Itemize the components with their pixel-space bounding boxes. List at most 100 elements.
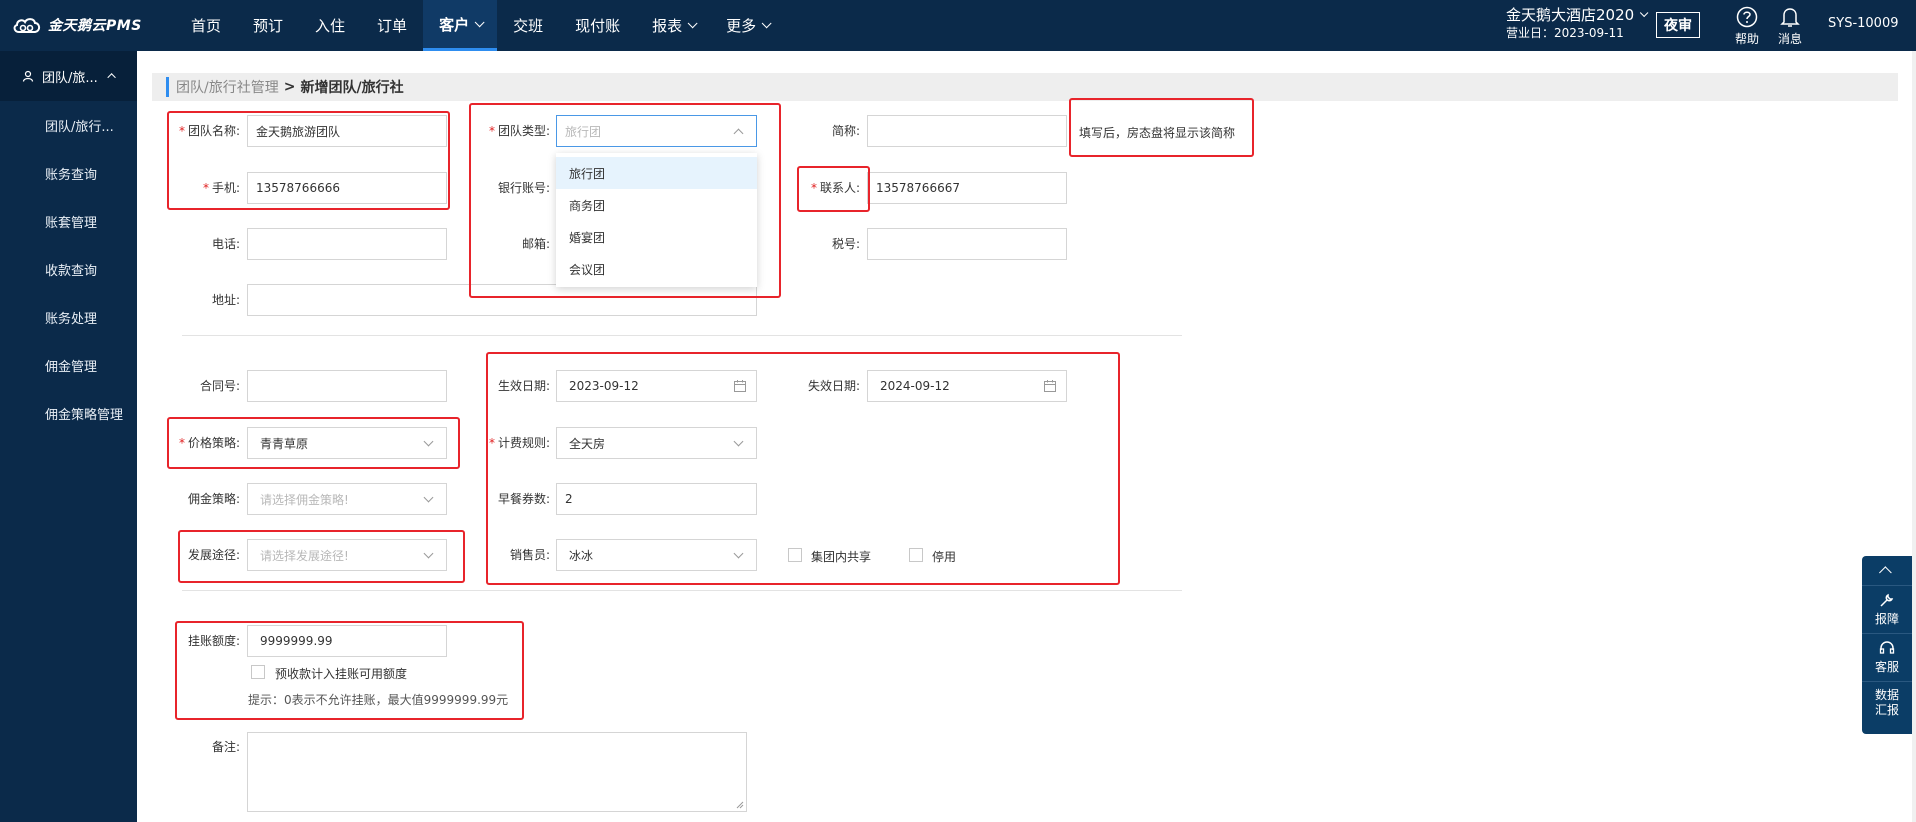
- message-button[interactable]: 消息: [1770, 4, 1810, 47]
- contract-no-label: 合同号:: [199, 379, 240, 393]
- effective-date-label: 生效日期:: [497, 379, 550, 393]
- commission-policy-select[interactable]: 请选择佣金策略!: [247, 483, 447, 515]
- breakfast-count-label: 早餐券数:: [497, 492, 550, 506]
- nav-item-label: 入住: [315, 17, 346, 35]
- short-name-hint: 填写后，房态盘将显示该简称: [1079, 126, 1236, 140]
- group-share-checkbox[interactable]: [788, 548, 802, 562]
- sidebar-item-1[interactable]: 账务查询: [0, 149, 137, 197]
- credit-limit-label: 挂账额度:: [187, 634, 240, 648]
- expire-date-picker[interactable]: 2024-09-12: [867, 370, 1067, 402]
- team-type-option[interactable]: 会议团: [556, 253, 757, 285]
- team-type-option[interactable]: 商务团: [556, 189, 757, 221]
- top-bar: 金天鹅云PMS 首页 预订 入住 订单 客户 交班 现付账 报表 更多 金天鹅大酒店2020 营…: [0, 0, 1916, 51]
- user-name: SYS-10009: [1828, 16, 1899, 31]
- disabled-label: 停用: [932, 550, 957, 564]
- team-type-select[interactable]: 旅行团: [556, 115, 757, 147]
- remark-textarea[interactable]: [247, 732, 747, 812]
- nav-item-3[interactable]: 订单: [361, 0, 423, 51]
- address-input[interactable]: [247, 284, 757, 316]
- contact-label: * 联系人:: [810, 181, 860, 195]
- data-report-button[interactable]: 数据 汇报: [1862, 682, 1912, 724]
- nav-item-1[interactable]: 预订: [237, 0, 299, 51]
- nav-item-4[interactable]: 客户: [423, 0, 498, 51]
- phone-input[interactable]: [247, 228, 447, 260]
- credit-limit-input[interactable]: 9999999.99: [247, 625, 447, 657]
- sidebar-item-0[interactable]: 团队/旅行...: [0, 101, 137, 149]
- salesperson-label: 销售员:: [509, 548, 550, 562]
- dev-channel-select[interactable]: 请选择发展途径!: [247, 539, 447, 571]
- effective-date-picker[interactable]: 2023-09-12: [556, 370, 757, 402]
- nav-item-label: 订单: [377, 17, 408, 35]
- salesperson-select[interactable]: 冰冰: [556, 539, 757, 571]
- nav-item-label: 交班: [513, 17, 544, 35]
- bell-icon: [1780, 8, 1800, 27]
- billing-rule-label: * 计费规则:: [488, 436, 550, 450]
- breadcrumb-separator: >: [283, 79, 296, 95]
- resize-handle-icon[interactable]: [736, 801, 744, 809]
- night-audit-button[interactable]: 夜审: [1656, 12, 1700, 38]
- contract-no-input[interactable]: [247, 370, 447, 402]
- hotel-selector[interactable]: 金天鹅大酒店2020 营业日：2023-09-11: [1506, 6, 1649, 42]
- prepay-included-checkbox[interactable]: [251, 665, 265, 679]
- short-name-label: 简称:: [831, 124, 860, 138]
- nav-item-label: 更多: [726, 17, 757, 35]
- sidebar-item-2[interactable]: 账套管理: [0, 197, 137, 245]
- chevron-down-icon: [733, 436, 744, 447]
- sidebar-item-3[interactable]: 收款查询: [0, 245, 137, 293]
- collapse-button[interactable]: [1862, 556, 1912, 586]
- nav-item-8[interactable]: 更多: [710, 0, 784, 51]
- nav-item-6[interactable]: 现付账: [559, 0, 636, 51]
- billing-rule-select[interactable]: 全天房: [556, 427, 757, 459]
- breadcrumb: 团队/旅行社管理 > 新增团队/旅行社: [152, 73, 1898, 101]
- team-type-option[interactable]: 婚宴团: [556, 221, 757, 253]
- nav-item-5[interactable]: 交班: [497, 0, 559, 51]
- nav-item-label: 报表: [652, 17, 683, 35]
- tax-no-input[interactable]: [867, 228, 1067, 260]
- phone-label: 电话:: [211, 237, 240, 251]
- breadcrumb-current: 新增团队/旅行社: [300, 80, 404, 96]
- nav-item-0[interactable]: 首页: [175, 0, 237, 51]
- team-type-option[interactable]: 旅行团: [556, 157, 757, 189]
- chevron-down-icon: [687, 18, 698, 29]
- short-name-input[interactable]: [867, 115, 1067, 147]
- sidebar-item-5[interactable]: 佣金管理: [0, 341, 137, 389]
- commission-policy-label: 佣金策略:: [187, 492, 240, 506]
- float-panel: 报障 客服 数据 汇报: [1862, 556, 1912, 734]
- breadcrumb-link[interactable]: 团队/旅行社管理: [176, 77, 279, 97]
- sidebar-item-6[interactable]: 佣金策略管理: [0, 389, 137, 437]
- chevron-down-icon: [423, 492, 434, 503]
- service-button[interactable]: 客服: [1862, 634, 1912, 682]
- nav-item-2[interactable]: 入住: [299, 0, 361, 51]
- logo[interactable]: 金天鹅云PMS: [12, 14, 142, 36]
- chevron-up-icon: [733, 128, 744, 139]
- scrollbar[interactable]: [1912, 51, 1916, 822]
- sidebar-group-header[interactable]: 团队/旅...: [0, 51, 137, 101]
- sidebar: 团队/旅... 团队/旅行... 账务查询 账套管理 收款查询 账务处理 佣金管理 佣金策略…: [0, 51, 137, 822]
- divider: [182, 590, 1182, 591]
- sidebar-item-4[interactable]: 账务处理: [0, 293, 137, 341]
- report-fault-button[interactable]: 报障: [1862, 586, 1912, 634]
- nav-item-7[interactable]: 报表: [636, 0, 710, 51]
- mobile-input[interactable]: 13578766666: [247, 172, 447, 204]
- chevron-down-icon: [423, 548, 434, 559]
- chevron-down-icon: [733, 548, 744, 559]
- help-button[interactable]: 帮助: [1727, 4, 1767, 47]
- user-menu[interactable]: SYS-10009: [1828, 16, 1899, 31]
- cloud-logo-icon: [13, 18, 41, 33]
- nav-item-label: 现付账: [575, 17, 621, 35]
- prepay-included-label: 预收款计入挂账可用额度: [275, 667, 408, 681]
- help-icon: [1736, 6, 1758, 28]
- disabled-checkbox[interactable]: [909, 548, 923, 562]
- breakfast-count-input[interactable]: 2: [556, 483, 757, 515]
- email-label: 邮箱:: [521, 237, 550, 251]
- mobile-label: * 手机:: [202, 181, 240, 195]
- contact-input[interactable]: 13578766667: [867, 172, 1067, 204]
- address-label: 地址:: [211, 293, 240, 307]
- business-date: 营业日：2023-09-11: [1506, 26, 1624, 40]
- price-policy-select[interactable]: 青青草原: [247, 427, 447, 459]
- team-type-dropdown: 旅行团 商务团 婚宴团 会议团: [556, 153, 757, 287]
- team-name-input[interactable]: 金天鹅旅游团队: [247, 115, 447, 147]
- sidebar-group-label: 团队/旅...: [42, 70, 98, 86]
- expire-date-label: 失效日期:: [807, 379, 860, 393]
- wrench-icon: [1880, 593, 1894, 607]
